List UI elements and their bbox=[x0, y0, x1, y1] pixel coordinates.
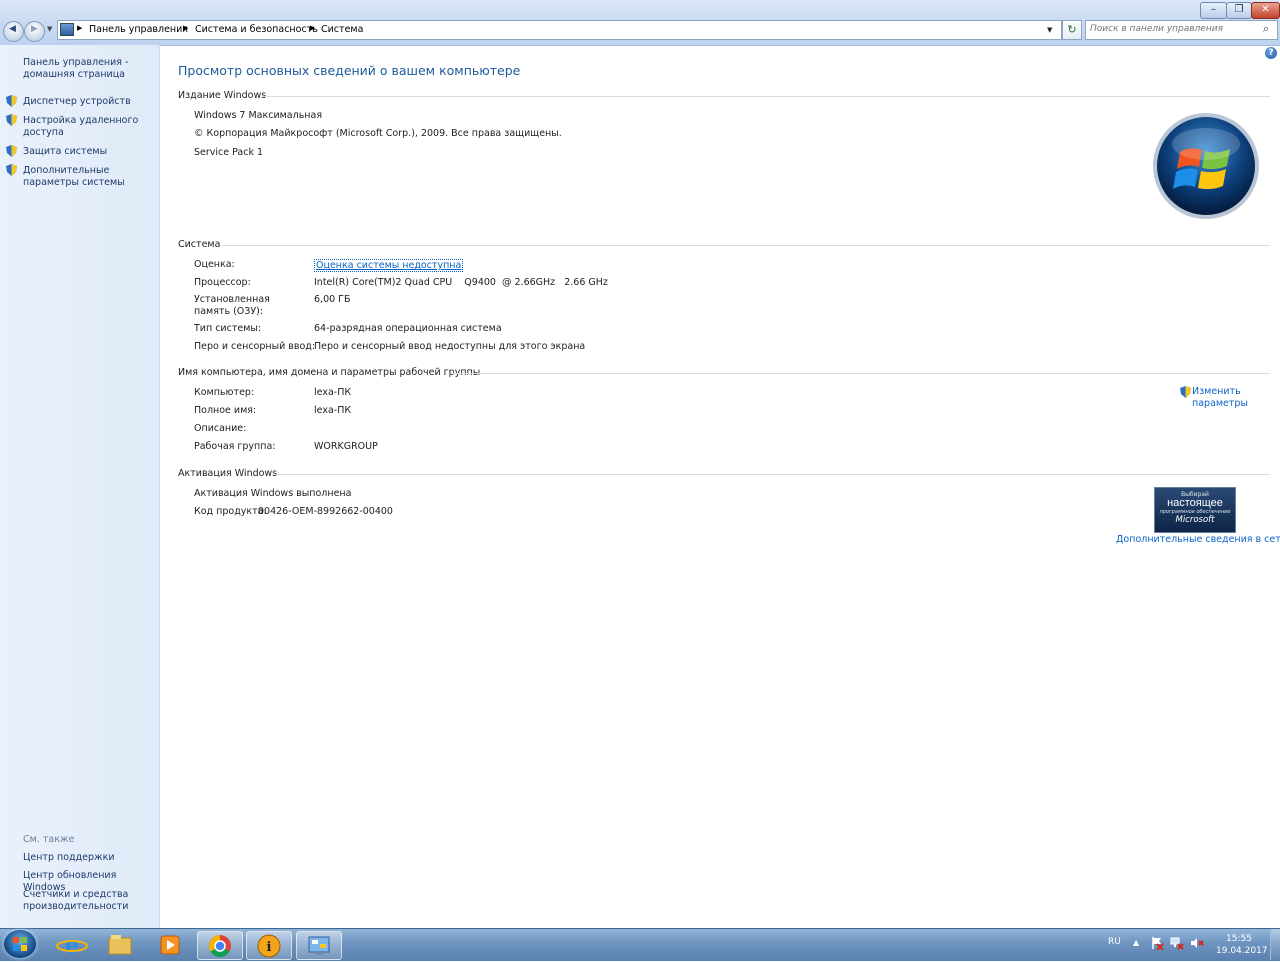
start-button[interactable] bbox=[4, 930, 36, 958]
breadcrumb-system-security[interactable]: Система и безопасность bbox=[195, 24, 318, 35]
search-input[interactable] bbox=[1090, 22, 1255, 36]
badge-line-2: настоящее bbox=[1167, 497, 1223, 509]
clock-time: 15:55 bbox=[1226, 934, 1252, 944]
clock-date: 19.04.2017 bbox=[1216, 946, 1268, 956]
taskbar-info-app[interactable]: i bbox=[246, 931, 292, 960]
product-key-label: Код продукта: bbox=[194, 506, 267, 517]
system-type-label: Тип системы: bbox=[194, 323, 262, 334]
taskbar-internet-explorer[interactable]: e bbox=[50, 931, 94, 959]
taskbar-explorer[interactable] bbox=[98, 931, 142, 958]
section-title-edition: Издание Windows bbox=[178, 90, 267, 101]
section-divider bbox=[262, 96, 1270, 97]
rating-label: Оценка: bbox=[194, 259, 235, 270]
sidebar-item-system-protection[interactable]: Защита системы bbox=[23, 146, 153, 158]
breadcrumb-separator-icon: ▶ bbox=[183, 24, 189, 32]
full-name-label: Полное имя: bbox=[194, 405, 257, 416]
section-title-activation: Активация Windows bbox=[178, 468, 278, 479]
change-settings-link[interactable]: Изменить параметры bbox=[1192, 386, 1258, 410]
processor-value: Intel(R) Core(TM)2 Quad CPU Q9400 @ 2.66… bbox=[314, 277, 608, 288]
pen-touch-value: Перо и сенсорный ввод недоступны для это… bbox=[314, 341, 586, 352]
show-desktop-button[interactable] bbox=[1270, 929, 1280, 960]
network-icon[interactable] bbox=[1170, 936, 1184, 950]
taskbar-control-panel[interactable] bbox=[296, 931, 342, 960]
shield-icon bbox=[1180, 386, 1191, 398]
section-title-computer-name: Имя компьютера, имя домена и параметры р… bbox=[178, 367, 481, 378]
sidebar-item-advanced-settings[interactable]: Дополнительные параметры системы bbox=[23, 165, 157, 189]
show-hidden-icons-icon[interactable]: ▲ bbox=[1133, 938, 1139, 947]
shield-icon bbox=[6, 145, 17, 157]
windows-edition-name: Windows 7 Максимальная bbox=[194, 110, 323, 121]
control-panel-icon bbox=[60, 23, 74, 36]
section-divider bbox=[272, 474, 1270, 475]
recent-pages-chevron-icon[interactable]: ▼ bbox=[47, 25, 52, 33]
more-info-online-link[interactable]: Дополнительные сведения в сети... bbox=[1116, 534, 1280, 545]
full-name-value: lexa-ПК bbox=[314, 405, 352, 416]
sidebar-home-link[interactable]: Панель управления - домашняя страница bbox=[23, 57, 148, 81]
sidebar-item-remote-access[interactable]: Настройка удаленного доступа bbox=[23, 115, 141, 139]
memory-label: Установленная память (ОЗУ): bbox=[194, 294, 270, 317]
search-icon[interactable]: ⌕ bbox=[1263, 22, 1269, 36]
service-pack: Service Pack 1 bbox=[194, 147, 264, 158]
see-also-heading: См. также bbox=[23, 834, 75, 845]
genuine-microsoft-badge[interactable]: Выбирай настоящее программное обеспечени… bbox=[1154, 487, 1236, 533]
maximize-button[interactable]: ❐ bbox=[1226, 2, 1252, 19]
workgroup-value: WORKGROUP bbox=[314, 441, 378, 452]
breadcrumb-system[interactable]: Система bbox=[321, 24, 363, 35]
info-app-icon: i bbox=[257, 934, 281, 958]
breadcrumb-separator-icon: ▶ bbox=[77, 24, 83, 32]
badge-line-4: Microsoft bbox=[1175, 515, 1215, 525]
product-key-value: 00426-OEM-8992662-00400 bbox=[258, 506, 393, 517]
media-player-icon bbox=[160, 935, 180, 955]
shield-icon bbox=[6, 114, 17, 126]
see-also-action-center[interactable]: Центр поддержки bbox=[23, 852, 153, 864]
activation-status: Активация Windows выполнена bbox=[194, 488, 352, 499]
computer-label: Компьютер: bbox=[194, 387, 255, 398]
chrome-icon bbox=[209, 935, 231, 957]
folder-icon bbox=[108, 935, 132, 955]
windows-copyright: © Корпорация Майкрософт (Microsoft Corp.… bbox=[194, 128, 562, 139]
system-clock[interactable]: 15:55 19.04.2017 bbox=[1216, 933, 1268, 957]
rating-link[interactable]: Оценка системы недоступна bbox=[314, 259, 464, 272]
close-button[interactable]: ✕ bbox=[1251, 2, 1280, 19]
memory-value: 6,00 ГБ bbox=[314, 294, 351, 305]
action-center-flag-icon[interactable] bbox=[1150, 936, 1164, 950]
internet-explorer-icon: e bbox=[56, 933, 88, 959]
section-divider bbox=[222, 245, 1270, 246]
breadcrumb-control-panel[interactable]: Панель управления bbox=[89, 24, 188, 35]
svg-text:i: i bbox=[267, 940, 272, 955]
processor-label: Процессор: bbox=[194, 277, 251, 288]
forward-arrow-icon: ▶ bbox=[31, 24, 38, 34]
shield-icon bbox=[6, 164, 17, 176]
breadcrumb-separator-icon: ▶ bbox=[310, 24, 316, 32]
refresh-icon[interactable]: ↻ bbox=[1062, 20, 1082, 40]
language-indicator[interactable]: RU bbox=[1108, 937, 1121, 947]
minimize-button[interactable]: – bbox=[1200, 2, 1227, 19]
section-divider bbox=[453, 373, 1270, 374]
system-type-value: 64-разрядная операционная система bbox=[314, 323, 502, 334]
badge-line-1: Выбирай bbox=[1181, 491, 1209, 498]
taskbar-media-player[interactable] bbox=[148, 931, 192, 958]
section-title-system: Система bbox=[178, 239, 221, 250]
svg-text:e: e bbox=[65, 933, 79, 958]
badge-line-3: программное обеспечение bbox=[1159, 509, 1231, 515]
windows-flag-icon bbox=[13, 937, 27, 951]
help-icon[interactable]: ? bbox=[1265, 47, 1277, 59]
workgroup-label: Рабочая группа: bbox=[194, 441, 276, 452]
address-dropdown-icon[interactable]: ▼ bbox=[1047, 26, 1052, 34]
windows-logo-icon bbox=[1153, 113, 1259, 219]
computer-value: lexa-ПК bbox=[314, 387, 352, 398]
taskbar bbox=[0, 928, 1280, 961]
sidebar-item-device-manager[interactable]: Диспетчер устройств bbox=[23, 96, 153, 108]
back-arrow-icon: ◀ bbox=[9, 24, 16, 34]
page-title: Просмотр основных сведений о вашем компь… bbox=[178, 63, 521, 78]
see-also-performance[interactable]: Счетчики и средства производительности bbox=[23, 889, 143, 913]
pen-touch-label: Перо и сенсорный ввод: bbox=[194, 341, 316, 352]
description-label: Описание: bbox=[194, 423, 247, 434]
taskbar-chrome[interactable] bbox=[197, 931, 243, 960]
control-panel-icon bbox=[308, 936, 330, 955]
shield-icon bbox=[6, 95, 17, 107]
volume-muted-icon[interactable] bbox=[1190, 936, 1204, 950]
